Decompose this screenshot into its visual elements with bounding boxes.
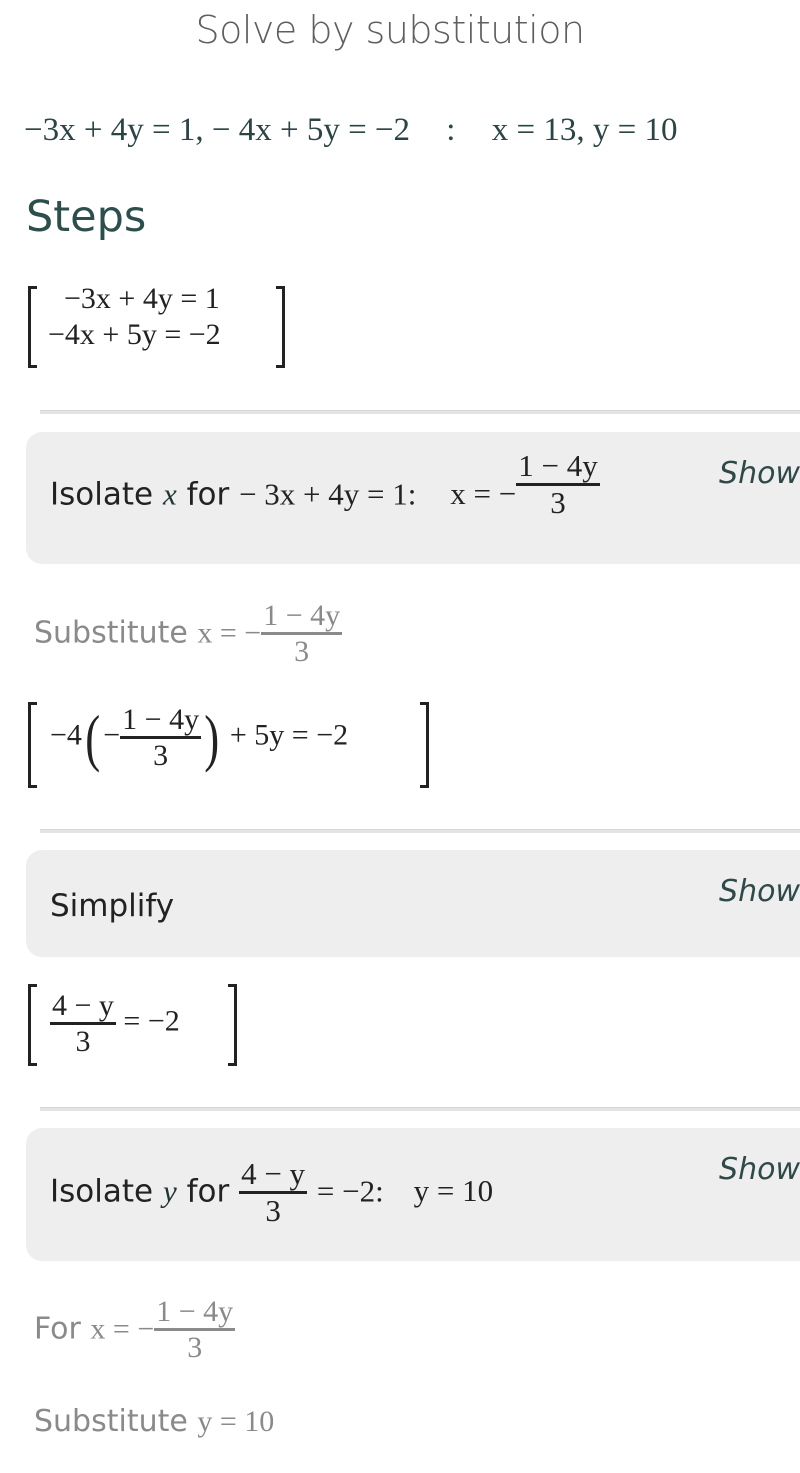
step-text: for — [186, 1173, 230, 1210]
system-matrix: −3x + 4y = 1 −4x + 5y = −2 — [28, 282, 288, 368]
fraction-denominator: 3 — [550, 484, 566, 520]
fraction-numerator: 4 − y — [50, 990, 116, 1025]
step-fraction: 4 − y 3 — [239, 1157, 308, 1228]
fraction-numerator: 4 − y — [239, 1157, 308, 1194]
steps-heading: Steps — [26, 192, 147, 242]
right-bracket — [228, 984, 237, 1066]
substituted-equation: −4(− 1 − 4y 3 ) + 5y = −2 — [50, 704, 348, 772]
step-result-lhs: x = − — [450, 476, 517, 512]
fraction-numerator: 1 − 4y — [120, 704, 202, 739]
system-row-2: −4x + 5y = −2 — [48, 318, 221, 351]
equation-prefix: −4 — [50, 718, 82, 752]
fraction-denominator: 3 — [294, 634, 310, 668]
equation-suffix: = −2 — [123, 1004, 180, 1038]
substitute-fraction: 1 − 4y 3 — [261, 600, 343, 668]
fraction-denominator: 3 — [187, 1330, 203, 1364]
substitute-x-line: Substitute x = − 1 − 4y 3 — [34, 600, 343, 668]
fraction-numerator: 1 − 4y — [154, 1296, 236, 1331]
summary-solution: x = 13, y = 10 — [491, 112, 678, 148]
show-steps-link[interactable]: Show — [719, 456, 800, 491]
fraction-numerator: 1 − 4y — [516, 449, 600, 486]
divider — [40, 829, 800, 833]
step-equation: = −2: — [316, 1173, 384, 1209]
for-fraction: 1 − 4y 3 — [154, 1296, 236, 1364]
show-steps-link[interactable]: Show — [719, 1152, 800, 1187]
divider — [40, 1107, 800, 1111]
summary-equation-2: − 4x + 5y = −2 — [211, 112, 411, 148]
open-paren: ( — [85, 701, 101, 773]
step-simplify-label: Simplify — [50, 888, 175, 924]
show-steps-link[interactable]: Show — [719, 874, 800, 909]
simplified-equation: 4 − y 3 = −2 — [50, 990, 180, 1058]
system-row-1: −3x + 4y = 1 — [64, 282, 220, 315]
for-x-line: For x = − 1 − 4y 3 — [34, 1296, 236, 1364]
substitute-expression: y = 10 — [197, 1405, 275, 1438]
substitute-y-line: Substitute y = 10 — [34, 1404, 274, 1439]
divider — [40, 410, 800, 414]
close-paren: ) — [204, 701, 220, 773]
equation-fraction: 1 − 4y 3 — [120, 704, 202, 772]
solution-summary: −3x + 4y = 1, − 4x + 5y = −2 : x = 13, y… — [24, 112, 677, 149]
step-equation: − 3x + 4y = 1: — [239, 476, 417, 512]
simplified-equation-matrix: 4 − y 3 = −2 — [28, 982, 240, 1066]
left-bracket — [28, 286, 37, 368]
step-text: Isolate — [50, 476, 154, 513]
summary-separator: : — [446, 112, 456, 148]
step-isolate-y-label: Isolate y for 4 − y 3 = −2: y = 10 — [50, 1157, 494, 1228]
fraction-denominator: 3 — [153, 738, 169, 772]
substitute-lhs: x = − — [197, 616, 262, 650]
step-isolate-x[interactable]: Isolate x for − 3x + 4y = 1: x = − 1 − 4… — [26, 432, 800, 564]
substitute-label: Substitute — [34, 1404, 188, 1439]
right-bracket — [420, 702, 429, 788]
summary-equation-1: −3x + 4y = 1, — [24, 112, 204, 148]
step-result: y = 10 — [413, 1173, 494, 1209]
substituted-equation-matrix: −4(− 1 − 4y 3 ) + 5y = −2 — [28, 700, 432, 788]
step-isolate-y[interactable]: Isolate y for 4 − y 3 = −2: y = 10 Show — [26, 1128, 800, 1261]
left-bracket — [28, 984, 37, 1066]
inner-sign: − — [103, 718, 121, 752]
fraction-denominator: 3 — [265, 1192, 281, 1228]
step-simplify[interactable]: Simplify Show — [26, 850, 800, 957]
step-text: Isolate — [50, 1173, 154, 1210]
page-title: Solve by substitution — [195, 8, 585, 52]
for-lhs: x = − — [90, 1312, 155, 1346]
left-bracket — [28, 702, 37, 788]
substitute-label: Substitute — [34, 615, 188, 651]
step-text: for — [186, 476, 230, 513]
right-bracket — [276, 286, 285, 368]
step-variable: x — [162, 476, 177, 512]
step-result-fraction: 1 − 4y 3 — [516, 449, 600, 520]
step-variable: y — [162, 1173, 177, 1209]
for-label: For — [34, 1311, 81, 1347]
step-isolate-x-label: Isolate x for − 3x + 4y = 1: x = − 1 − 4… — [50, 449, 600, 520]
fraction-numerator: 1 − 4y — [261, 600, 343, 635]
fraction-denominator: 3 — [75, 1024, 91, 1058]
equation-suffix: + 5y = −2 — [229, 718, 349, 752]
equation-fraction: 4 − y 3 — [50, 990, 116, 1058]
